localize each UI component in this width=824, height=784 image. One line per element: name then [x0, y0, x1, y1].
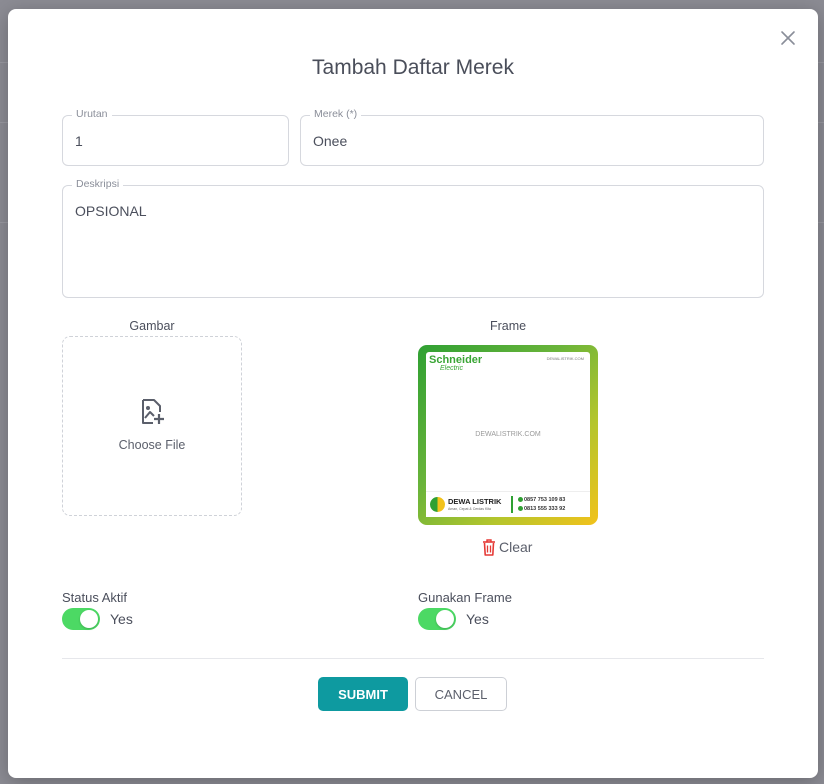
- gunakan-frame-value: Yes: [466, 611, 489, 627]
- frame-site-top: DEWALISTRIK.COM: [546, 356, 584, 361]
- urutan-field[interactable]: Urutan 1: [62, 108, 289, 166]
- frame-preview-image: Schneider Electric DEWALISTRIK.COM DEWAL…: [418, 345, 598, 525]
- gunakan-frame-toggle[interactable]: [418, 608, 456, 630]
- frame-watermark: DEWALISTRIK.COM: [475, 431, 541, 438]
- submit-button[interactable]: SUBMIT: [318, 677, 408, 711]
- phone-number-1: 0857 753 109 83: [524, 497, 566, 503]
- phone-number-2: 0813 555 333 92: [524, 506, 566, 512]
- phone-line-2: 0813 555 333 92: [518, 506, 565, 512]
- choose-file-text: Choose File: [118, 438, 186, 452]
- status-aktif-label: Status Aktif: [62, 590, 128, 605]
- merek-input[interactable]: Onee: [313, 133, 347, 149]
- phone-line-1: 0857 753 109 83: [518, 497, 565, 503]
- deskripsi-field[interactable]: Deskripsi OPSIONAL: [62, 178, 764, 298]
- clear-label: Clear: [499, 539, 533, 555]
- modal-title: Tambah Daftar Merek: [312, 56, 514, 79]
- close-icon[interactable]: [779, 29, 797, 47]
- frame-brand-logo: Schneider: [429, 354, 483, 366]
- status-aktif-value: Yes: [110, 611, 133, 627]
- frame-inner: Schneider Electric DEWALISTRIK.COM DEWAL…: [426, 352, 590, 517]
- image-add-icon: [142, 399, 164, 424]
- store-tagline: Aman, Cepat & Cerdas Kita: [448, 507, 491, 511]
- frame-brand-sub: Electric: [440, 365, 463, 372]
- whatsapp-icon: [518, 497, 523, 503]
- merek-field[interactable]: Merek (*) Onee: [300, 108, 764, 166]
- footer-divider: [511, 496, 513, 513]
- toggle-knob: [436, 610, 454, 628]
- gunakan-frame-label: Gunakan Frame: [418, 590, 512, 605]
- store-logo-icon: [430, 497, 445, 512]
- frame-label: Frame: [489, 319, 527, 333]
- close-button[interactable]: [779, 29, 797, 47]
- status-aktif-toggle[interactable]: [62, 608, 100, 630]
- urutan-label: Urutan: [72, 108, 112, 120]
- toggle-knob: [80, 610, 98, 628]
- image-dropzone[interactable]: Choose File: [62, 336, 242, 516]
- deskripsi-label: Deskripsi: [72, 178, 124, 190]
- urutan-input[interactable]: 1: [75, 133, 83, 149]
- store-name: DEWA LISTRIK: [448, 497, 502, 506]
- add-brand-modal: Tambah Daftar Merek Urutan 1 Merek (*) O…: [8, 9, 818, 778]
- gambar-label: Gambar: [129, 319, 175, 333]
- whatsapp-icon: [518, 506, 523, 512]
- clear-frame-button[interactable]: Clear: [482, 538, 532, 556]
- deskripsi-textarea[interactable]: OPSIONAL: [75, 203, 147, 219]
- footer-divider-line: [62, 658, 764, 659]
- trash-icon: [483, 538, 495, 556]
- frame-footer: DEWA LISTRIK Aman, Cepat & Cerdas Kita 0…: [426, 491, 590, 517]
- merek-label: Merek (*): [310, 108, 362, 120]
- cancel-button[interactable]: CANCEL: [415, 677, 507, 711]
